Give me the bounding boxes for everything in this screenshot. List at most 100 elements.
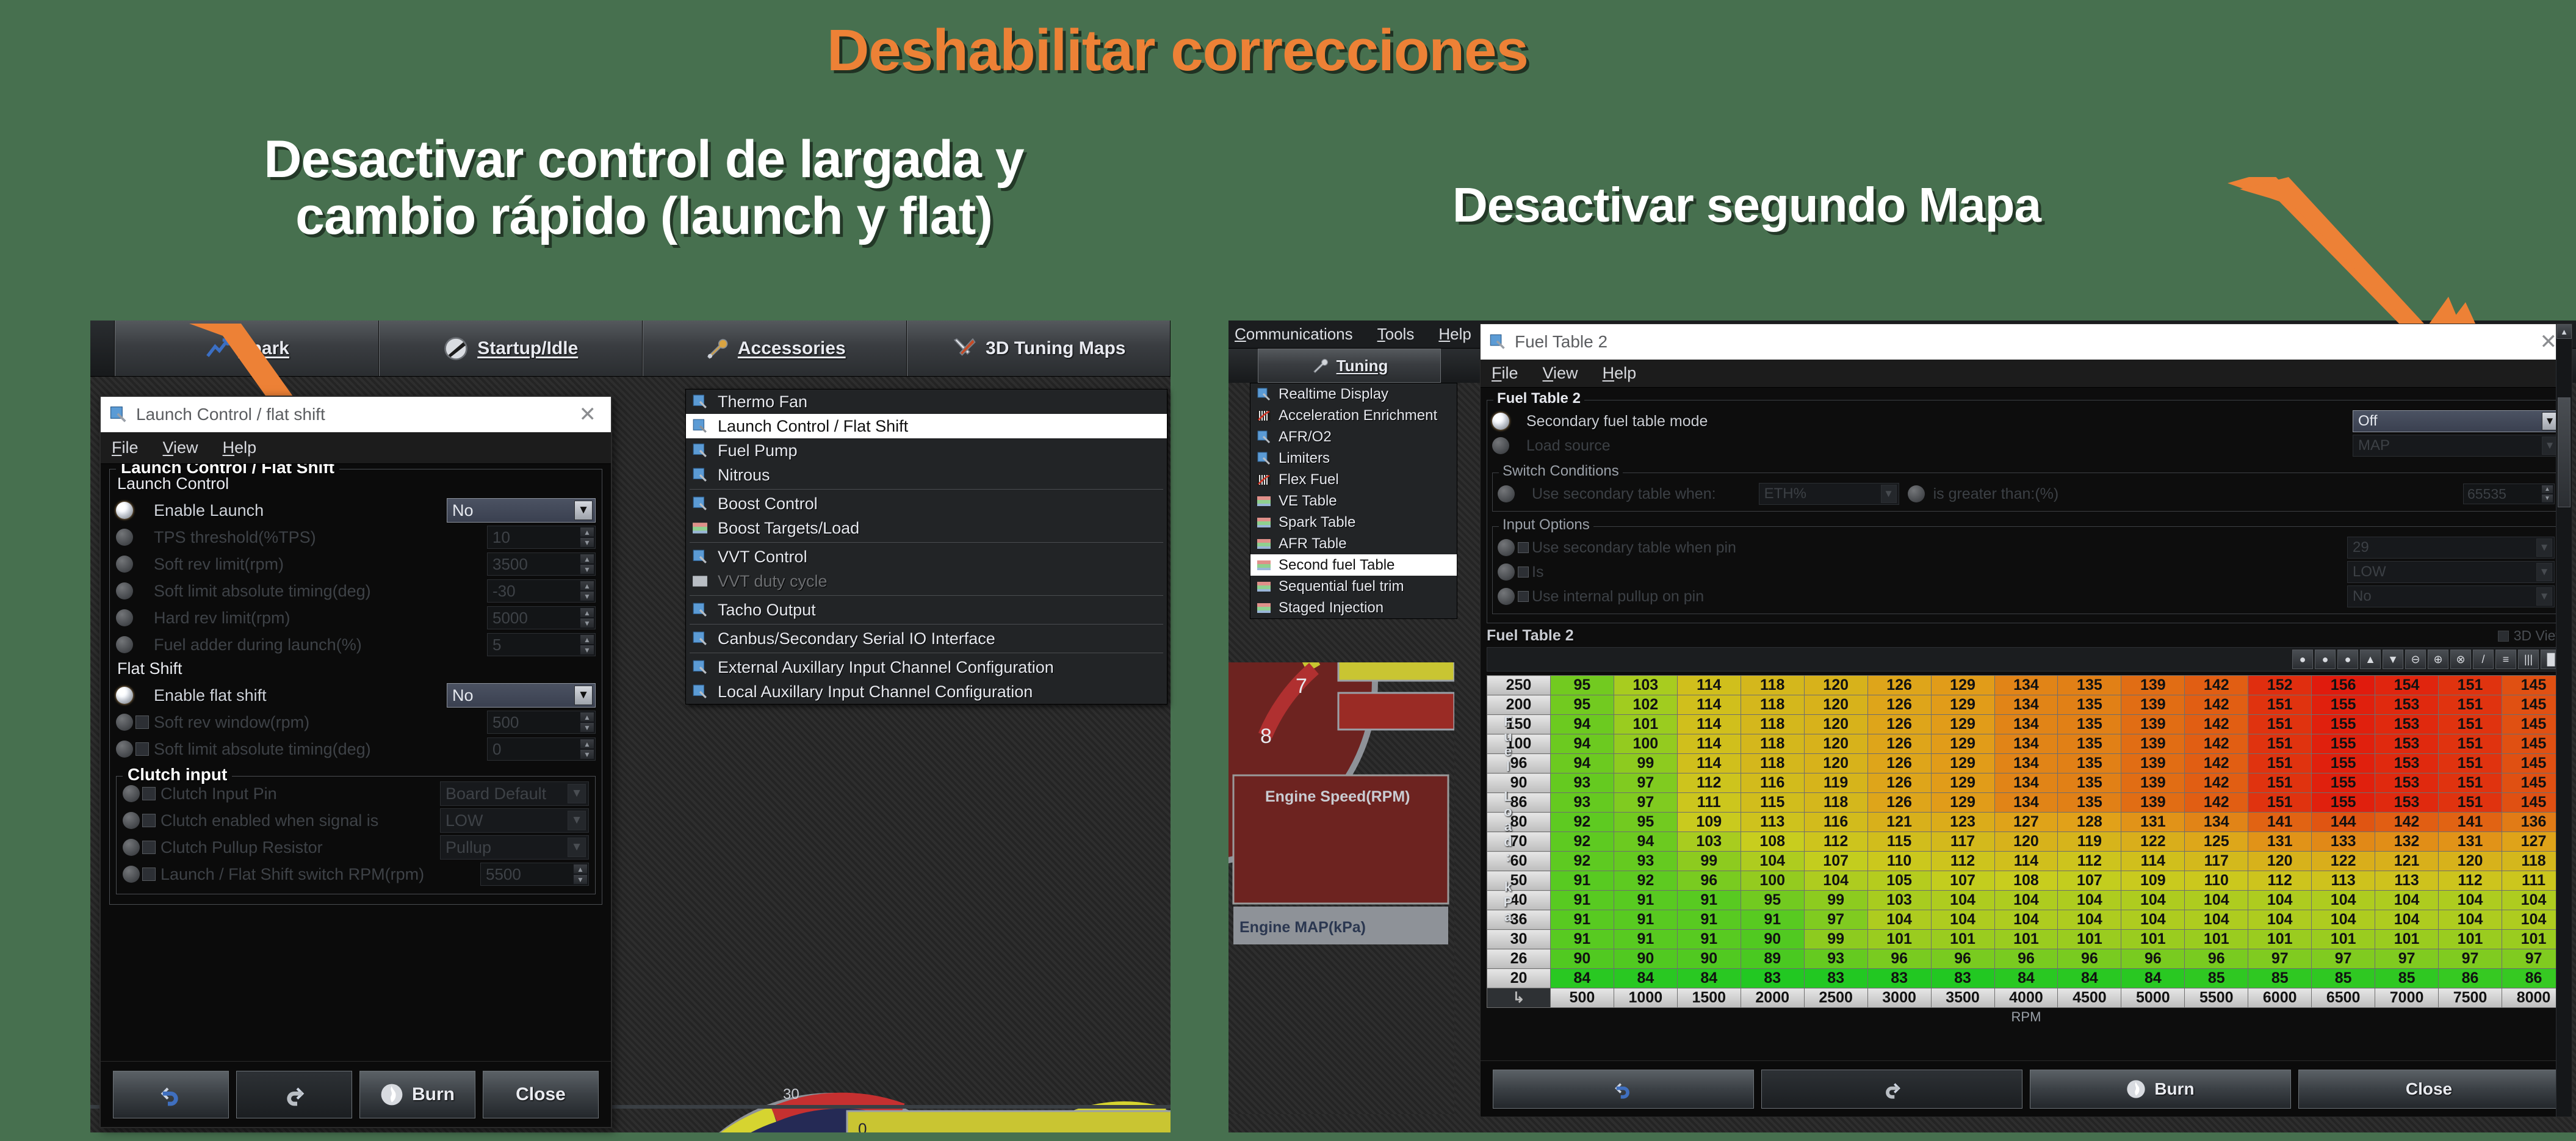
fuel-cell[interactable]: 134 — [1994, 753, 2058, 773]
fuel-cell[interactable]: 116 — [1740, 773, 1805, 793]
fuel-cell[interactable]: 135 — [2057, 695, 2122, 715]
fuel-cell[interactable]: 97 — [2438, 949, 2502, 969]
fuel-cell[interactable]: 122 — [2121, 831, 2185, 852]
tab-spark[interactable]: Spark — [115, 321, 379, 376]
fuel-cell[interactable]: 142 — [2184, 675, 2249, 695]
fuel-cell[interactable]: 91 — [1676, 910, 1741, 930]
fuel-cell[interactable]: 104 — [1994, 890, 2058, 910]
scrollbar-thumb[interactable] — [2558, 397, 2571, 507]
fuel-table-toolbar[interactable]: ● ● ● ▲ ▼ ⊖ ⊕ ⊗ / ≡ ||| █ — [1487, 647, 2566, 672]
fuel-cell[interactable]: 151 — [2248, 734, 2312, 754]
fuel-cell[interactable]: 84 — [2121, 968, 2185, 988]
fuel-cell[interactable]: 139 — [2121, 714, 2185, 734]
fuel-cell[interactable]: 97 — [2248, 949, 2312, 969]
menu-item-spark-table[interactable]: Spark Table — [1250, 512, 1457, 533]
fuel-cell[interactable]: 95 — [1740, 890, 1805, 910]
menu-item-limiters[interactable]: Limiters — [1250, 447, 1457, 469]
fuel-table-grid[interactable]: 250 95 103 114 118 120 126 129 134 135 139 142 152 15… — [1487, 675, 2566, 1008]
fuel-cell[interactable]: 103 — [1676, 831, 1741, 852]
fuel-cell[interactable]: 155 — [2311, 753, 2376, 773]
fuel-cell[interactable]: 104 — [2121, 910, 2185, 930]
menu-item-acceleration-enrichment[interactable]: Acceleration Enrichment — [1250, 405, 1457, 426]
fuel-cell[interactable]: 131 — [2248, 831, 2312, 852]
fuel-cell[interactable]: 142 — [2184, 695, 2249, 715]
column-header-cell[interactable]: 5500 — [2184, 988, 2249, 1008]
plus-circle-icon[interactable]: ⊕ — [2428, 650, 2448, 669]
menu-item-fuel-pump[interactable]: Fuel Pump — [686, 438, 1167, 463]
fuel-cell[interactable]: 135 — [2057, 714, 2122, 734]
minus-circle-icon[interactable]: ⊖ — [2405, 650, 2426, 669]
fuel-cell[interactable]: 120 — [2438, 851, 2502, 871]
menu-help[interactable]: Help — [223, 438, 257, 457]
fuel-cell[interactable]: 155 — [2311, 714, 2376, 734]
fuel-cell[interactable]: 91 — [1676, 890, 1741, 910]
multiply-icon[interactable]: ⊗ — [2450, 650, 2471, 669]
fuel-cell[interactable]: 94 — [1550, 734, 1614, 754]
fuel-cell[interactable]: 129 — [1930, 675, 1995, 695]
fuel-cell[interactable]: 85 — [2375, 968, 2439, 988]
row-header-cell[interactable]: 60 — [1487, 851, 1551, 871]
burn-button[interactable]: Burn — [359, 1070, 475, 1118]
fuel-cell[interactable]: 97 — [1613, 792, 1678, 813]
fuel-cell[interactable]: 86 — [2438, 968, 2502, 988]
fuel-cell[interactable]: 112 — [1676, 773, 1741, 793]
fuel-cell[interactable]: 104 — [2248, 910, 2312, 930]
column-header-cell[interactable]: 2000 — [1740, 988, 1805, 1008]
table-row[interactable]: 30 91 91 91 90 99 101 101 101 101 101 101 101 101 101 1… — [1487, 929, 2566, 949]
fuel-cell[interactable]: 135 — [2057, 773, 2122, 793]
fuel-cell[interactable]: 120 — [1803, 753, 1868, 773]
fuel-cell[interactable]: 134 — [1994, 695, 2058, 715]
close-button[interactable]: Close — [483, 1070, 599, 1118]
menu-item-flex-fuel[interactable]: Flex Fuel — [1250, 469, 1457, 490]
fuel-cell[interactable]: 96 — [1994, 949, 2058, 969]
row-header-cell[interactable]: 20 — [1487, 968, 1551, 988]
fuel-cell[interactable]: 99 — [1613, 753, 1678, 773]
fuel-cell[interactable]: 151 — [2248, 792, 2312, 813]
fuel-cell[interactable]: 139 — [2121, 734, 2185, 754]
fuel-cell[interactable]: 118 — [1740, 734, 1805, 754]
column-header-cell[interactable]: 4000 — [1994, 988, 2058, 1008]
tab-startup-idle[interactable]: Startup/Idle — [378, 321, 643, 376]
menu-help[interactable]: Help — [1438, 325, 1471, 344]
fuel-cell[interactable]: 116 — [1803, 812, 1868, 832]
fuel-cell[interactable]: 84 — [1676, 968, 1741, 988]
fuel-cell[interactable]: 155 — [2311, 773, 2376, 793]
fuel-cell[interactable]: 134 — [1994, 734, 2058, 754]
fuel-cell[interactable]: 126 — [1867, 734, 1932, 754]
fuel-cell[interactable]: 104 — [1867, 910, 1932, 930]
undo-button[interactable] — [1493, 1069, 1754, 1109]
undo-button[interactable] — [113, 1070, 229, 1118]
fuel-cell[interactable]: 104 — [1994, 910, 2058, 930]
fuel-cell[interactable]: 134 — [1994, 792, 2058, 813]
accessories-dropdown-menu[interactable]: Thermo Fan Launch Control / Flat Shift F… — [685, 389, 1167, 705]
fuel-cell[interactable]: 99 — [1803, 929, 1868, 949]
fuel-cell[interactable]: 151 — [2438, 734, 2502, 754]
menu-item-thermo-fan[interactable]: Thermo Fan — [686, 389, 1167, 414]
fuel-cell[interactable]: 129 — [1930, 773, 1995, 793]
fuel-cell[interactable]: 126 — [1867, 675, 1932, 695]
fuel-cell[interactable]: 111 — [1676, 792, 1741, 813]
fuel-cell[interactable]: 142 — [2184, 734, 2249, 754]
fuel-cell[interactable]: 129 — [1930, 792, 1995, 813]
field-enable-flat-shift[interactable]: Enable flat shift No ▼ — [116, 682, 596, 709]
fuel-cell[interactable]: 139 — [2121, 695, 2185, 715]
fuel-cell[interactable]: 112 — [2248, 871, 2312, 891]
fuel-cell[interactable]: 101 — [1930, 929, 1995, 949]
fuel-cell[interactable]: 101 — [2184, 929, 2249, 949]
fuel-cell[interactable]: 92 — [1550, 812, 1614, 832]
fuel-cell[interactable]: 129 — [1930, 714, 1995, 734]
row-header-cell[interactable]: 26 — [1487, 949, 1551, 969]
row-header-cell[interactable]: 200 — [1487, 695, 1551, 715]
fuel-cell[interactable]: 104 — [1803, 871, 1868, 891]
fuel-cell[interactable]: 114 — [1676, 753, 1741, 773]
fuel-cell[interactable]: 114 — [2121, 851, 2185, 871]
fuel-cell[interactable]: 117 — [2184, 851, 2249, 871]
column-header-cell[interactable]: 4500 — [2057, 988, 2122, 1008]
fuel-cell[interactable]: 101 — [2121, 929, 2185, 949]
fuel-cell[interactable]: 153 — [2375, 792, 2439, 813]
fuel-cell[interactable]: 104 — [1930, 890, 1995, 910]
fuel-cell[interactable]: 142 — [2184, 773, 2249, 793]
fuel-cell[interactable]: 96 — [1930, 949, 1995, 969]
table-row[interactable]: 200 95 102 114 118 120 126 129 134 135 139 142 151 15… — [1487, 695, 2566, 715]
chevron-down-icon[interactable]: ▼ — [574, 686, 593, 705]
